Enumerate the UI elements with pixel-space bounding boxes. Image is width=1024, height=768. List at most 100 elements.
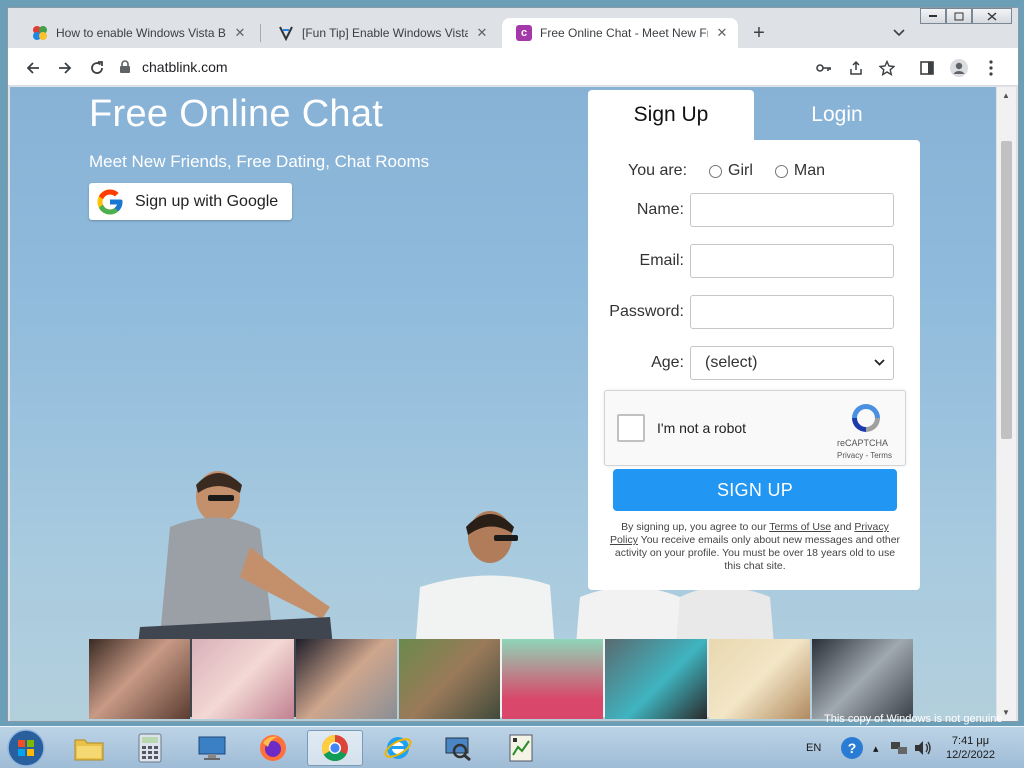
browser-window: How to enable Windows Vista Bo ✕ [Fun Ti…	[7, 7, 1019, 722]
share-icon[interactable]	[845, 57, 867, 79]
close-icon[interactable]: ✕	[474, 25, 490, 41]
password-label: Password:	[609, 303, 684, 320]
colorful-puzzle-icon	[32, 25, 48, 41]
terms-of-use-link[interactable]: Terms of Use	[769, 521, 831, 533]
back-button[interactable]	[20, 55, 46, 81]
email-field[interactable]	[690, 244, 894, 278]
bookmark-star-icon[interactable]	[876, 57, 898, 79]
close-icon[interactable]: ✕	[714, 25, 730, 41]
taskbar-remote-desktop[interactable]	[184, 730, 240, 766]
new-tab-button[interactable]: +	[746, 21, 772, 45]
legal-text: By signing up, you agree to our Terms of…	[608, 521, 902, 573]
signup-form: You are: Girl Man Name: Email: Password:…	[588, 140, 920, 590]
clock[interactable]: 7:41 μμ 12/2/2022	[946, 727, 995, 768]
clock-time: 7:41 μμ	[951, 735, 990, 747]
firefox-icon	[260, 735, 286, 761]
profile-thumbnail[interactable]	[708, 639, 810, 719]
folder-icon	[74, 739, 104, 761]
svg-text:?: ?	[848, 740, 857, 756]
gender-option-man[interactable]: Man	[774, 162, 826, 180]
taskbar-firefox[interactable]	[245, 730, 301, 766]
browser-toolbar: chatblink.com	[8, 48, 1018, 86]
address-bar[interactable]: chatblink.com	[116, 53, 806, 81]
email-row: Email:	[588, 244, 920, 278]
legal-post: You receive emails only about new messag…	[614, 534, 901, 572]
lock-icon[interactable]	[116, 60, 134, 74]
taskbar-chrome[interactable]	[307, 730, 363, 766]
scroll-down-arrow-icon[interactable]: ▼	[1002, 708, 1010, 717]
start-button[interactable]	[6, 728, 46, 768]
page-subtitle: Meet New Friends, Free Dating, Chat Room…	[89, 152, 430, 171]
recaptcha-widget: I'm not a robot reCAPTCHA Privacy - Term…	[604, 390, 906, 466]
radio-girl[interactable]	[709, 164, 723, 178]
gender-selector: You are: Girl Man	[628, 162, 825, 180]
tab-login[interactable]: Login	[754, 90, 920, 140]
reload-button[interactable]	[84, 55, 110, 81]
volume-icon[interactable]	[914, 727, 932, 768]
sign-up-button[interactable]: SIGN UP	[613, 469, 897, 511]
taskbar-internet-explorer[interactable]	[370, 730, 426, 766]
chart-notepad-icon	[509, 734, 533, 762]
man-label: Man	[793, 162, 826, 179]
taskbar-calculator[interactable]	[122, 730, 178, 766]
chrome-icon	[321, 734, 348, 762]
page-scrollbar[interactable]: ▲ ▼	[997, 87, 1016, 721]
legal-and: and	[831, 521, 855, 533]
maximize-button[interactable]	[946, 8, 972, 24]
windows-taskbar: EN ? ▴ 7:41 μμ 12/2/2022	[0, 726, 1024, 768]
tab-title: Free Online Chat - Meet New Frie	[540, 26, 708, 40]
tab-fun-tip[interactable]: [Fun Tip] Enable Windows Vista B ✕	[264, 18, 498, 48]
chatblink-logo-icon: c	[516, 25, 532, 41]
arrow-left-icon	[26, 62, 39, 74]
taskbar-network-tool[interactable]	[430, 730, 486, 766]
tab-chatblink[interactable]: c Free Online Chat - Meet New Frie ✕	[502, 18, 738, 48]
arrow-right-icon	[59, 62, 72, 74]
profile-thumbnail[interactable]	[89, 639, 191, 719]
menu-kebab-icon[interactable]	[980, 57, 1002, 79]
google-signup-button[interactable]: Sign up with Google	[89, 183, 292, 220]
forward-button[interactable]	[52, 55, 78, 81]
name-field[interactable]	[690, 193, 894, 227]
help-icon[interactable]: ?	[840, 727, 864, 768]
age-row: Age: (select)	[588, 346, 920, 380]
windows-genuine-watermark: This copy of Windows is not genuine	[824, 713, 1003, 725]
age-select[interactable]: (select)	[690, 346, 894, 380]
tab-sign-up[interactable]: Sign Up	[588, 90, 754, 140]
age-label: Age:	[651, 354, 684, 371]
scrollbar-thumb[interactable]	[1001, 141, 1012, 439]
vista-tip-icon	[278, 25, 294, 41]
password-field[interactable]	[690, 295, 894, 329]
taskbar-hwinfo[interactable]	[493, 730, 549, 766]
profile-thumbnail[interactable]	[398, 639, 500, 719]
key-icon[interactable]	[813, 57, 835, 79]
tray-expand-icon[interactable]: ▴	[873, 727, 879, 768]
profile-thumbnail[interactable]	[502, 639, 604, 719]
close-icon[interactable]: ✕	[232, 25, 248, 41]
radio-man[interactable]	[774, 164, 788, 178]
language-indicator[interactable]: EN	[806, 727, 821, 768]
monitor-icon	[198, 736, 226, 760]
taskbar-explorer[interactable]	[61, 730, 117, 766]
page-viewport: Free Online Chat Meet New Friends, Free …	[10, 87, 996, 721]
tab-windows-vista[interactable]: How to enable Windows Vista Bo ✕	[18, 18, 256, 48]
recaptcha-checkbox[interactable]	[617, 414, 645, 442]
scroll-up-arrow-icon[interactable]: ▲	[1002, 91, 1010, 100]
tab-divider	[260, 24, 261, 42]
profile-thumbnail[interactable]	[192, 639, 294, 719]
profile-thumbnail[interactable]	[295, 639, 397, 719]
profile-thumbnail[interactable]	[811, 639, 913, 719]
minimize-button[interactable]	[920, 8, 946, 24]
page-title: Free Online Chat	[89, 93, 384, 135]
recaptcha-brand: reCAPTCHA	[837, 438, 889, 448]
profile-thumbnail[interactable]	[605, 639, 707, 719]
close-window-button[interactable]	[972, 8, 1012, 24]
age-select-value: (select)	[705, 354, 758, 371]
side-panel-icon[interactable]	[916, 57, 938, 79]
gender-option-girl[interactable]: Girl	[709, 162, 753, 180]
email-label: Email:	[639, 252, 684, 269]
profile-avatar-icon[interactable]	[948, 57, 970, 79]
legal-pre: By signing up, you agree to our	[621, 521, 770, 533]
network-icon[interactable]	[890, 727, 908, 768]
tab-search-chevron-icon[interactable]	[888, 22, 910, 44]
recaptcha-links[interactable]: Privacy - Terms	[837, 451, 892, 460]
